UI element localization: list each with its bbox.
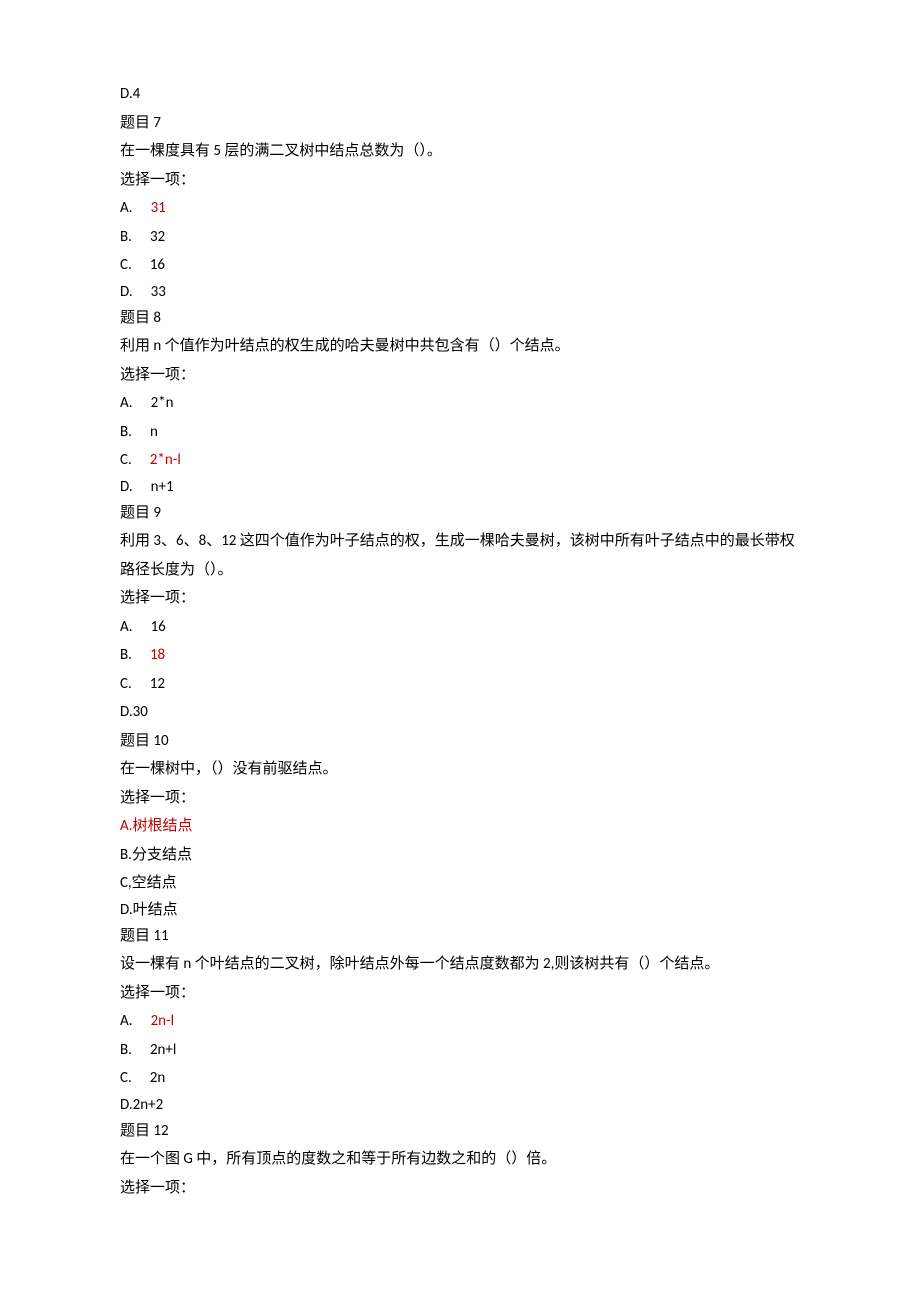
option-c: C. 16 — [120, 251, 800, 280]
option-text: 33 — [151, 283, 166, 301]
option-letter: C. — [120, 256, 132, 274]
question-prompt: 设一棵有 n 个叶结点的二叉树，除叶结点外每一个结点度数都为 2,则该树共有（）… — [120, 950, 800, 979]
choose-label: 选择一项： — [120, 979, 800, 1008]
question-title: 题目 7 — [120, 109, 800, 138]
option-c: C. 12 — [120, 670, 800, 699]
question-prompt: 在一个图 G 中，所有顶点的度数之和等于所有边数之和的（）倍。 — [120, 1145, 800, 1174]
option-letter: D. — [120, 478, 133, 496]
option-a: A. 2*n — [120, 389, 800, 418]
option-letter: C. — [120, 1069, 132, 1087]
question-title: 题目 9 — [120, 499, 800, 528]
option-a: A. 2n-l — [120, 1007, 800, 1036]
option-b: B.分支结点 — [120, 841, 800, 870]
option-letter: D. — [120, 283, 133, 301]
document-page: D.4 题目 7 在一棵度具有 5 层的满二叉树中结点总数为（）。 选择一项： … — [0, 0, 920, 1301]
question-title: 题目 10 — [120, 727, 800, 756]
option-letter: B.分支结点 — [120, 846, 192, 864]
option-text: 16 — [150, 256, 165, 274]
option-text: 2*n — [151, 394, 174, 412]
option-text: 12 — [150, 675, 165, 693]
option-d: D.叶结点 — [120, 898, 800, 922]
option-letter: D.2n+2 — [120, 1096, 163, 1114]
option-a: A. 31 — [120, 194, 800, 223]
option-letter: C,空结点 — [120, 874, 177, 892]
option-text: 2n-l — [151, 1012, 175, 1030]
option-d: D. n+1 — [120, 475, 800, 499]
option-letter: B. — [120, 1041, 132, 1059]
option-letter: A.树根结点 — [120, 817, 193, 835]
option-b: B. 18 — [120, 641, 800, 670]
question-prompt: 利用 n 个值作为叶结点的权生成的哈夫曼树中共包含有（）个结点。 — [120, 332, 800, 361]
question-title: 题目 11 — [120, 922, 800, 951]
question-prompt: 利用 3、6、8、12 这四个值作为叶子结点的权，生成一棵哈夫曼树，该树中所有叶… — [120, 527, 800, 584]
question-prompt: 在一棵度具有 5 层的满二叉树中结点总数为（）。 — [120, 137, 800, 166]
option-letter: B. — [120, 228, 132, 246]
question-prompt: 在一棵树中，（）没有前驱结点。 — [120, 755, 800, 784]
choose-label: 选择一项： — [120, 784, 800, 813]
option-text: 31 — [151, 199, 166, 217]
option-letter: A. — [120, 394, 133, 412]
option-c: C. 2*n-l — [120, 446, 800, 475]
option-letter: D.叶结点 — [120, 901, 178, 919]
option-text: 2n+l — [150, 1041, 176, 1059]
option-letter: B. — [120, 646, 132, 664]
option-letter: B. — [120, 423, 132, 441]
option-c: C,空结点 — [120, 869, 800, 898]
choose-label: 选择一项： — [120, 361, 800, 390]
option-a: A.树根结点 — [120, 812, 800, 841]
option-text: 18 — [150, 646, 165, 664]
prev-option-d: D.4 — [120, 80, 800, 109]
choose-label: 选择一项： — [120, 1174, 800, 1203]
option-letter: A. — [120, 1012, 133, 1030]
option-letter: A. — [120, 199, 133, 217]
option-letter: C. — [120, 675, 132, 693]
option-d: D.30 — [120, 698, 800, 727]
option-letter: C. — [120, 451, 132, 469]
option-b: B. 2n+l — [120, 1036, 800, 1065]
option-c: C. 2n — [120, 1064, 800, 1093]
option-b: B. n — [120, 418, 800, 447]
option-d: D. 33 — [120, 280, 800, 304]
option-letter: A. — [120, 618, 133, 636]
choose-label: 选择一项： — [120, 584, 800, 613]
choose-label: 选择一项： — [120, 166, 800, 195]
option-b: B. 32 — [120, 223, 800, 252]
option-text: n — [150, 423, 158, 441]
option-a: A. 16 — [120, 613, 800, 642]
option-text: n+1 — [151, 478, 174, 496]
option-text: 2n — [150, 1069, 165, 1087]
option-d: D.2n+2 — [120, 1093, 800, 1117]
option-letter: D.30 — [120, 703, 148, 721]
option-text: 32 — [150, 228, 165, 246]
option-text: 2*n-l — [150, 451, 181, 469]
question-title: 题目 12 — [120, 1117, 800, 1146]
option-text: 16 — [151, 618, 166, 636]
question-title: 题目 8 — [120, 304, 800, 333]
